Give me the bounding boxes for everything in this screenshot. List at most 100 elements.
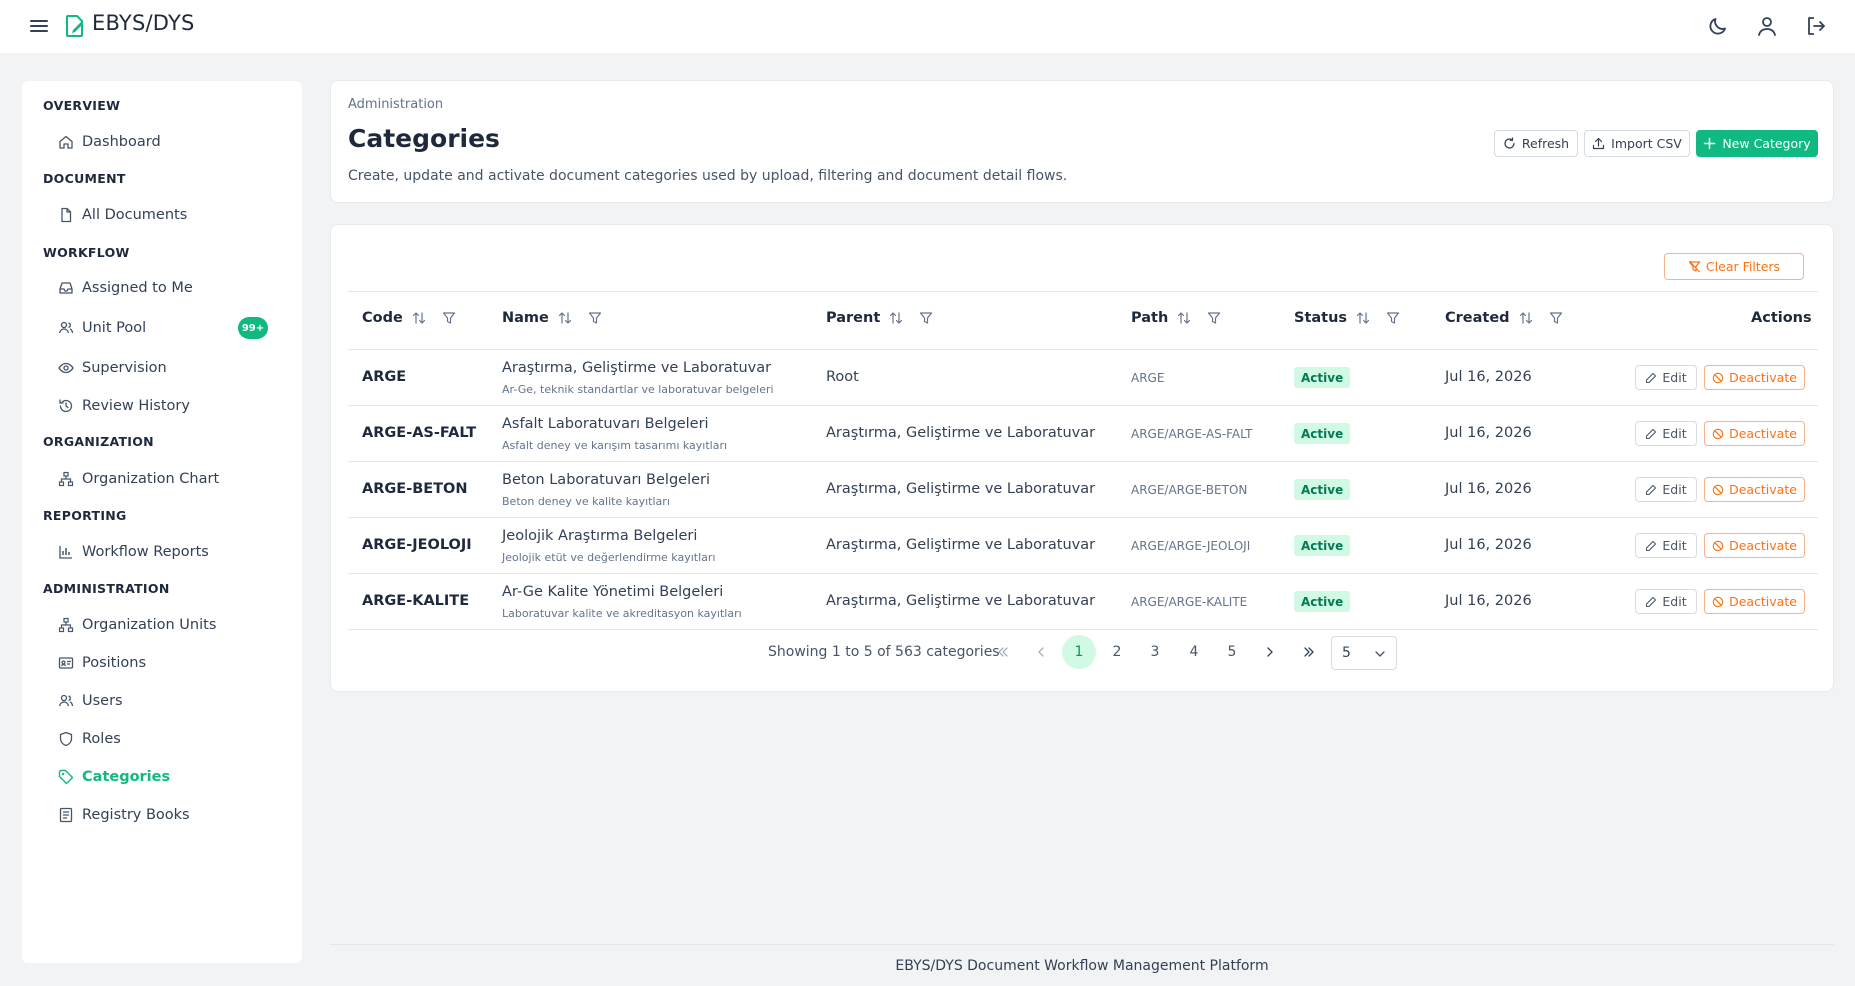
edit-label: Edit <box>1662 426 1687 441</box>
sidebar-item-organization-units[interactable]: Organization Units <box>58 610 288 640</box>
page-button-1[interactable]: 1 <box>1062 635 1096 669</box>
sidebar-item-assigned-to-me[interactable]: Assigned to Me <box>58 273 288 303</box>
filter-icon[interactable] <box>442 311 456 325</box>
category-path: ARGE <box>1131 371 1165 385</box>
page-button-4[interactable]: 4 <box>1177 635 1211 669</box>
shield-icon <box>58 731 74 747</box>
filter-icon[interactable] <box>1207 311 1221 325</box>
sort-icon[interactable] <box>1356 311 1370 325</box>
category-code: ARGE-JEOLOJI <box>362 537 472 553</box>
deactivate-button[interactable]: Deactivate <box>1704 589 1805 614</box>
edit-button[interactable]: Edit <box>1635 533 1697 558</box>
breadcrumb[interactable]: Administration <box>348 97 443 112</box>
page-size-value: 5 <box>1342 645 1351 661</box>
created-date: Jul 16, 2026 <box>1445 481 1532 497</box>
import-csv-button[interactable]: Import CSV <box>1584 130 1690 157</box>
sidebar-item-registry-books[interactable]: Registry Books <box>58 800 288 830</box>
section-overview: OVERVIEW <box>43 98 121 113</box>
status-badge: Active <box>1294 591 1351 612</box>
sort-icon[interactable] <box>412 311 426 325</box>
filter-icon[interactable] <box>919 311 933 325</box>
status-badge: Active <box>1294 479 1351 500</box>
sidebar-item-supervision[interactable]: Supervision <box>58 353 288 383</box>
filter-icon[interactable] <box>1386 311 1400 325</box>
table-row: ARGE-KALITE Ar-Ge Kalite Yönetimi Belgele… <box>348 574 1818 630</box>
section-administration: ADMINISTRATION <box>43 581 170 596</box>
chevron-right-icon <box>1267 647 1273 657</box>
category-parent: Araştırma, Geliştirme ve Laboratuvar <box>826 537 1096 553</box>
filter-icon[interactable] <box>1549 311 1563 325</box>
status-badge: Active <box>1294 535 1351 556</box>
moon-icon[interactable] <box>1706 14 1730 38</box>
edit-label: Edit <box>1662 482 1687 497</box>
category-path: ARGE/ARGE-AS-FALT <box>1131 427 1253 441</box>
sidebar-item-all-documents[interactable]: All Documents <box>58 200 288 230</box>
deactivate-label: Deactivate <box>1729 538 1797 553</box>
column-header-status: Status <box>1294 310 1400 326</box>
tag-icon <box>58 769 74 785</box>
category-name: Ar-Ge Kalite Yönetimi Belgeleri <box>502 584 724 600</box>
history-icon <box>58 398 74 414</box>
sidebar-item-organization-chart[interactable]: Organization Chart <box>58 464 288 494</box>
table-row: ARGE-JEOLOJI Jeolojik Araştırma Belgeleri… <box>348 518 1818 574</box>
category-name: Asfalt Laboratuvarı Belgeleri <box>502 416 709 432</box>
deactivate-button[interactable]: Deactivate <box>1704 477 1805 502</box>
clear-filters-label: Clear Filters <box>1705 259 1781 274</box>
column-label: Name <box>502 310 549 326</box>
double-chevron-left-icon <box>998 647 1008 657</box>
sidebar-item-categories[interactable]: Categories <box>58 762 288 792</box>
edit-button[interactable]: Edit <box>1635 421 1697 446</box>
eye-icon <box>58 360 74 376</box>
deactivate-button[interactable]: Deactivate <box>1704 533 1805 558</box>
deactivate-button[interactable]: Deactivate <box>1704 365 1805 390</box>
sidebar-item-label: Organization Units <box>82 617 217 633</box>
prev-page-button[interactable] <box>1024 635 1058 669</box>
next-page-button[interactable] <box>1253 635 1287 669</box>
edit-button[interactable]: Edit <box>1635 365 1697 390</box>
deactivate-button[interactable]: Deactivate <box>1704 421 1805 446</box>
clear-filters-button[interactable]: Clear Filters <box>1664 253 1804 280</box>
sidebar: OVERVIEW Dashboard DOCUMENT All Document… <box>22 81 302 963</box>
sidebar-item-users[interactable]: Users <box>58 686 288 716</box>
app-brand[interactable]: EBYS/DYS <box>92 11 195 35</box>
sort-icon[interactable] <box>889 311 903 325</box>
page-button-3[interactable]: 3 <box>1138 635 1172 669</box>
page-description: Create, update and activate document cat… <box>348 168 1068 184</box>
sort-icon[interactable] <box>558 311 572 325</box>
users-icon <box>58 320 74 336</box>
created-date: Jul 16, 2026 <box>1445 369 1532 385</box>
section-document: DOCUMENT <box>43 171 126 186</box>
new-category-button[interactable]: New Category <box>1696 130 1818 157</box>
page-button-5[interactable]: 5 <box>1215 635 1249 669</box>
last-page-button[interactable] <box>1292 635 1326 669</box>
chevron-left-icon <box>1038 647 1044 657</box>
page-size-select[interactable]: 5 <box>1331 636 1397 670</box>
unit-pool-badge: 99+ <box>238 317 268 339</box>
sidebar-item-label: Supervision <box>82 360 167 376</box>
refresh-button[interactable]: Refresh <box>1494 130 1578 157</box>
sidebar-item-positions[interactable]: Positions <box>58 648 288 678</box>
sort-icon[interactable] <box>1177 311 1191 325</box>
category-name: Araştırma, Geliştirme ve Laboratuvar <box>502 360 772 376</box>
sort-icon[interactable] <box>1519 311 1533 325</box>
edit-button[interactable]: Edit <box>1635 589 1697 614</box>
category-subtitle: Ar-Ge, teknik standartlar ve laboratuvar… <box>502 383 774 396</box>
deactivate-label: Deactivate <box>1729 426 1797 441</box>
logout-icon[interactable] <box>1804 14 1828 38</box>
menu-icon[interactable] <box>28 15 50 37</box>
edit-button[interactable]: Edit <box>1635 477 1697 502</box>
sidebar-item-label: Positions <box>82 655 147 671</box>
filter-icon[interactable] <box>588 311 602 325</box>
sidebar-item-workflow-reports[interactable]: Workflow Reports <box>58 537 288 567</box>
first-page-button[interactable] <box>986 635 1020 669</box>
column-label: Code <box>362 310 403 326</box>
sidebar-item-unit-pool[interactable]: Unit Pool 99+ <box>58 313 288 343</box>
page-button-2[interactable]: 2 <box>1100 635 1134 669</box>
sidebar-item-roles[interactable]: Roles <box>58 724 288 754</box>
user-icon[interactable] <box>1755 14 1779 38</box>
sidebar-item-label: Assigned to Me <box>82 280 193 296</box>
sidebar-item-dashboard[interactable]: Dashboard <box>58 127 288 157</box>
sidebar-item-label: Users <box>82 693 123 709</box>
category-path: ARGE/ARGE-KALITE <box>1131 595 1248 609</box>
sidebar-item-review-history[interactable]: Review History <box>58 391 288 421</box>
